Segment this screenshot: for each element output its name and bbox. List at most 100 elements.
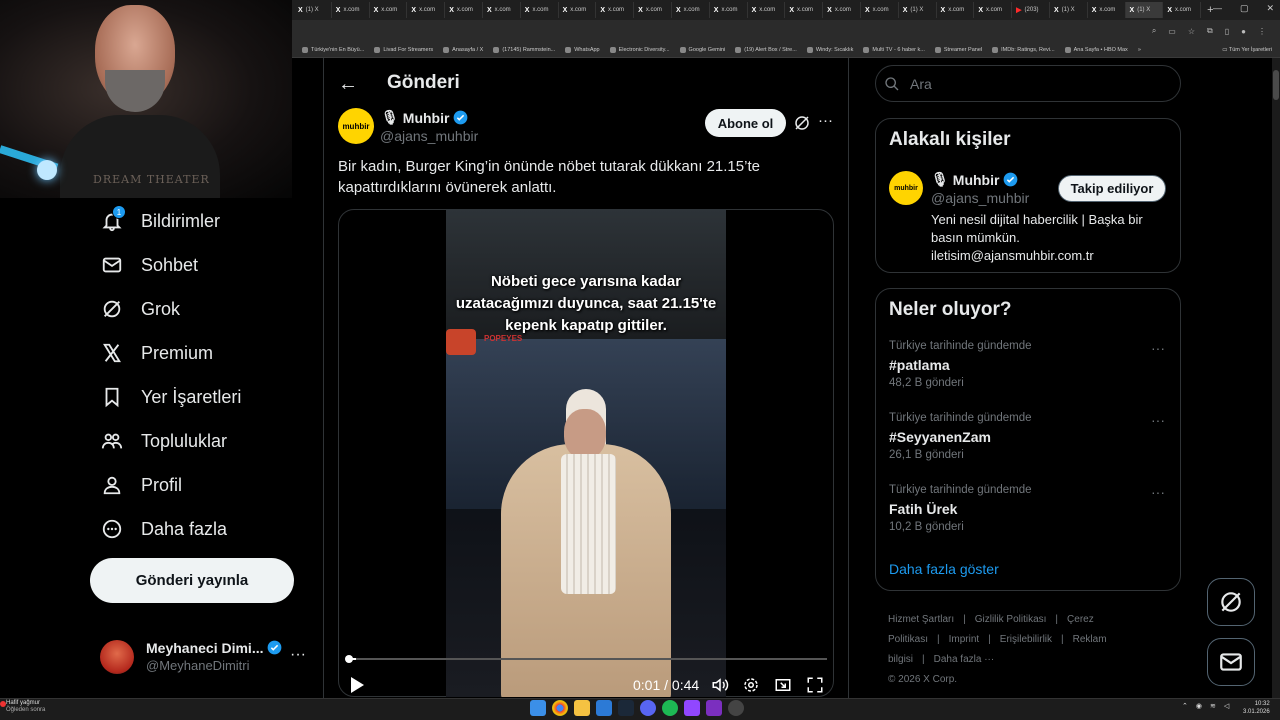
spotify-icon[interactable]: [662, 700, 678, 716]
obs-icon[interactable]: [728, 700, 744, 716]
bookmark-item[interactable]: Windy: Sıcaklık: [806, 46, 853, 53]
sidebar-item-5[interactable]: Yer İşaretleri: [101, 382, 241, 412]
trend-name[interactable]: #patlama: [889, 357, 950, 373]
browser-tab[interactable]: Xx.com: [634, 2, 672, 18]
settings-icon[interactable]: [742, 676, 760, 694]
scrollbar-thumb[interactable]: [1273, 70, 1279, 100]
browser-tab[interactable]: Xx.com: [370, 2, 408, 18]
browser-tab[interactable]: Xx.com: [521, 2, 559, 18]
account-more-icon[interactable]: ···: [290, 646, 306, 664]
author-handle[interactable]: @ajans_muhbir: [380, 128, 478, 144]
browser-tab[interactable]: Xx.com: [1088, 2, 1126, 18]
show-more-link[interactable]: Daha fazla göster: [889, 561, 999, 577]
profile-icon[interactable]: ●: [1241, 27, 1246, 36]
browser-tab[interactable]: X (1) X: [294, 2, 332, 18]
menu-icon[interactable]: ⋮: [1258, 27, 1266, 36]
scrollbar[interactable]: [1272, 58, 1280, 698]
related-avatar[interactable]: muhbir: [889, 171, 923, 205]
browser-tab[interactable]: Xx.com: [748, 2, 786, 18]
bookmark-item[interactable]: (19) Alert Box / Stre...: [735, 46, 797, 53]
video-progress-knob[interactable]: [345, 655, 353, 663]
browser-tab[interactable]: Xx.com: [559, 2, 597, 18]
browser-tab[interactable]: Xx.com: [483, 2, 521, 18]
browser-tab[interactable]: Xx.com: [596, 2, 635, 18]
browser-tab[interactable]: Xx.com: [823, 2, 861, 18]
bookmark-item[interactable]: Anasayfa / X: [443, 46, 483, 53]
zoom-icon[interactable]: ⌕: [1152, 26, 1156, 36]
trend-more-icon[interactable]: ···: [1151, 484, 1165, 500]
twitch-icon[interactable]: [684, 700, 700, 716]
edge-icon[interactable]: [596, 700, 612, 716]
sidebar-item-7[interactable]: Profil: [101, 470, 182, 500]
maximize-icon[interactable]: ▢: [1240, 3, 1249, 14]
network-icon[interactable]: ◉: [1196, 702, 1202, 710]
following-button[interactable]: Takip ediliyor: [1058, 175, 1166, 202]
bookmark-item[interactable]: Livad For Streamers: [374, 46, 433, 53]
browser-tab[interactable]: X (1) X: [899, 2, 937, 18]
chevron-up-icon[interactable]: ⌃: [1182, 702, 1188, 710]
file-explorer-icon[interactable]: [574, 700, 590, 716]
browser-tab[interactable]: Xx.com: [937, 2, 975, 18]
sidebar-item-8[interactable]: Daha fazla: [101, 514, 227, 544]
app-icon[interactable]: [706, 700, 722, 716]
browser-tab[interactable]: X (1) X: [1050, 2, 1088, 18]
sidebar-item-2[interactable]: Sohbet: [101, 250, 198, 280]
weather-widget[interactable]: Hafif yağmur Öğleden sonra: [6, 700, 45, 714]
wifi-icon[interactable]: ≋: [1210, 702, 1216, 710]
bookmark-item[interactable]: Multi TV - 6 haber k...: [863, 46, 925, 53]
play-icon[interactable]: [349, 676, 365, 694]
footer-link[interactable]: Hizmet Şartları: [888, 614, 954, 625]
footer-link[interactable]: Erişilebilirlik: [1000, 634, 1052, 645]
chrome-icon[interactable]: [552, 700, 568, 716]
trend-name[interactable]: #SeyyanenZam: [889, 429, 991, 445]
bookmark-item[interactable]: IMDb: Ratings, Revi...: [992, 46, 1055, 53]
sidebar-item-3[interactable]: Grok: [101, 294, 180, 324]
browser-tab[interactable]: Xx.com: [445, 2, 483, 18]
grok-fab[interactable]: [1207, 578, 1255, 626]
all-bookmarks[interactable]: ▭ Tüm Yer İşaretleri: [1222, 47, 1272, 53]
bookmark-item[interactable]: (17145) Rammstein...: [493, 46, 555, 53]
video-frame[interactable]: POPEYES Nöbeti gece yarısına kadar uzata…: [446, 209, 726, 697]
footer-link[interactable]: Daha fazla ···: [934, 654, 995, 665]
browser-tab[interactable]: Xx.com: [332, 2, 370, 18]
bookmark-item[interactable]: Türkiye'nin En Büyü...: [302, 46, 364, 53]
sidebar-item-4[interactable]: Premium: [101, 338, 213, 368]
sidepanel-icon[interactable]: ▯: [1225, 27, 1229, 36]
grok-icon[interactable]: [793, 114, 811, 132]
back-arrow-icon[interactable]: ←: [338, 73, 358, 96]
trend-name[interactable]: Fatih Ürek: [889, 501, 957, 517]
start-icon[interactable]: [530, 700, 546, 716]
footer-link[interactable]: Imprint: [949, 634, 980, 645]
bookmark-item[interactable]: Ana Sayfa • HBO Max: [1064, 46, 1128, 53]
bookmarks-more[interactable]: »: [1138, 47, 1141, 53]
browser-tab[interactable]: Xx.com: [861, 2, 899, 18]
browser-tab[interactable]: ▶ (203): [1012, 2, 1050, 18]
speaker-icon[interactable]: ◁: [1224, 702, 1229, 710]
video-progress-bar[interactable]: [346, 658, 827, 660]
extensions-icon[interactable]: ⧉: [1207, 26, 1213, 36]
browser-tab[interactable]: Xx.com: [1163, 2, 1202, 18]
subscribe-button[interactable]: Abone ol: [705, 109, 786, 137]
volume-icon[interactable]: [711, 676, 729, 694]
browser-tab[interactable]: Xx.com: [974, 2, 1013, 18]
bookmark-item[interactable]: Electronic Diversity...: [609, 46, 670, 53]
messages-fab[interactable]: [1207, 638, 1255, 686]
browser-tab[interactable]: Xx.com: [785, 2, 824, 18]
trend-more-icon[interactable]: ···: [1151, 340, 1165, 356]
discord-icon[interactable]: [640, 700, 656, 716]
bookmark-item[interactable]: WhatsApp: [565, 46, 600, 53]
account-name[interactable]: Meyhaneci Dimi...: [146, 640, 282, 656]
close-window-icon[interactable]: ✕: [1266, 3, 1274, 14]
browser-tab[interactable]: Xx.com: [710, 2, 748, 18]
browser-tab[interactable]: Xx.com: [672, 2, 710, 18]
post-button[interactable]: Gönderi yayınla: [90, 558, 294, 603]
bookmark-item[interactable]: Streamer Panel: [934, 46, 982, 53]
author-name[interactable]: 🎙 Muhbir: [381, 109, 468, 126]
browser-tab[interactable]: X (1) X: [1125, 2, 1164, 18]
footer-link[interactable]: Gizlilik Politikası: [975, 614, 1047, 625]
browser-tab[interactable]: Xx.com: [407, 2, 446, 18]
search-bar[interactable]: Ara: [875, 65, 1181, 102]
more-options-icon[interactable]: ···: [818, 112, 833, 129]
related-handle[interactable]: @ajans_muhbir: [931, 190, 1029, 206]
trend-more-icon[interactable]: ···: [1151, 412, 1165, 428]
